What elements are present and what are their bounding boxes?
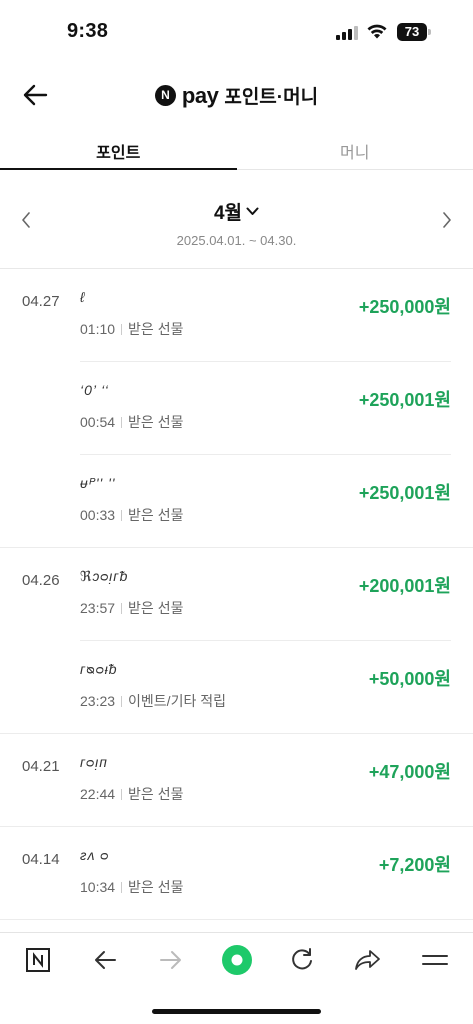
- sender-name: ᴤᴧ ᴑ: [80, 847, 110, 863]
- chevron-down-icon: [246, 207, 259, 215]
- home-dot-icon: [222, 945, 252, 975]
- transaction-type: 받은 선물: [128, 600, 184, 616]
- transaction-time: 23:23: [80, 693, 116, 709]
- transaction-row[interactable]: 04.26 ℜᴐᴑᴉᴦᵬ 23:57 받은 선물 +200,001원: [0, 548, 473, 641]
- browser-toolbar: [0, 932, 473, 988]
- sender-name: ᴦᴑᴉᴨ: [80, 754, 108, 770]
- transaction-list: 04.27 ℓ 01:10 받은 선물 +250,000원 ‘0’ ‘‘ 00:5…: [0, 269, 473, 920]
- brand-text: pay: [181, 82, 219, 108]
- transaction-amount: +50,000원: [368, 669, 451, 689]
- transaction-amount: +250,000원: [358, 297, 451, 317]
- menu-icon: [422, 955, 448, 965]
- sender-name: ᴦᴓᴑᵼᵬ: [80, 661, 118, 677]
- transaction-row[interactable]: 04.14 ᴤᴧ ᴑ 10:34 받은 선물 +7,200원: [0, 827, 473, 920]
- sender-name: ᵾᴾ'' '': [80, 475, 116, 491]
- next-month-button[interactable]: [435, 208, 459, 232]
- forward-arrow-icon: [160, 951, 181, 969]
- transaction-type: 받은 선물: [128, 879, 184, 895]
- title-text: 포인트·머니: [224, 87, 319, 108]
- transaction-row[interactable]: ᴦᴓᴑᵼᵬ 23:23 이벤트/기타 적립 +50,000원: [0, 641, 473, 734]
- refresh-icon: [292, 948, 312, 970]
- month-navigator: 4월 2025.04.01. ~ 04.30.: [0, 190, 473, 260]
- transaction-date: 04.27: [22, 293, 60, 310]
- menu-button[interactable]: [420, 945, 450, 975]
- battery-level: 73: [397, 23, 427, 41]
- transaction-time: 01:10: [80, 321, 116, 337]
- date-range: 2025.04.01. ~ 04.30.: [176, 233, 297, 248]
- transaction-amount: +7,200원: [378, 855, 451, 875]
- transaction-type: 이벤트/기타 적립: [128, 693, 226, 709]
- tab-bar: 포인트 머니: [0, 128, 473, 170]
- month-label: 4월: [213, 203, 243, 224]
- chevron-right-icon: [443, 212, 451, 228]
- share-button[interactable]: [353, 945, 383, 975]
- browser-back-button[interactable]: [90, 945, 120, 975]
- transaction-time: 00:33: [80, 507, 116, 523]
- header: N pay 포인트·머니: [0, 70, 473, 120]
- sender-name: ℓ: [80, 289, 86, 305]
- browser-forward-button[interactable]: [156, 945, 186, 975]
- transaction-amount: +250,001원: [358, 483, 451, 503]
- transaction-row[interactable]: 04.21 ᴦᴑᴉᴨ 22:44 받은 선물 +47,000원: [0, 734, 473, 827]
- wifi-icon: [367, 24, 387, 39]
- sender-name: ‘0’ ‘‘: [80, 382, 109, 398]
- transaction-type: 받은 선물: [128, 786, 184, 802]
- transaction-row[interactable]: 04.27 ℓ 01:10 받은 선물 +250,000원: [0, 269, 473, 362]
- signal-icon: [336, 26, 360, 40]
- transaction-type: 받은 선물: [128, 507, 184, 523]
- status-time: 9:38: [67, 20, 109, 42]
- transaction-row[interactable]: ᵾᴾ'' '' 00:33 받은 선물 +250,001원: [0, 455, 473, 548]
- transaction-amount: +200,001원: [358, 576, 451, 596]
- transaction-type: 받은 선물: [128, 414, 184, 430]
- transaction-date: 04.26: [22, 572, 60, 589]
- transaction-time: 00:54: [80, 414, 116, 430]
- refresh-button[interactable]: [287, 945, 317, 975]
- sender-name: ℜᴐᴑᴉᴦᵬ: [80, 568, 129, 584]
- transaction-time: 22:44: [80, 786, 116, 802]
- tab-points[interactable]: 포인트: [0, 128, 237, 170]
- share-icon: [355, 950, 380, 970]
- battery-icon: 73: [397, 23, 431, 41]
- transaction-time: 23:57: [80, 600, 116, 616]
- page-title: N pay 포인트·머니: [0, 82, 473, 109]
- back-arrow-icon: [95, 951, 116, 969]
- transaction-amount: +47,000원: [368, 762, 451, 782]
- home-indicator: [152, 1009, 321, 1014]
- home-button[interactable]: [220, 943, 254, 977]
- transaction-date: 04.14: [22, 851, 60, 868]
- naver-n-icon: [26, 948, 50, 972]
- transaction-amount: +250,001원: [358, 390, 451, 410]
- transaction-row[interactable]: ‘0’ ‘‘ 00:54 받은 선물 +250,001원: [0, 362, 473, 455]
- month-selector[interactable]: 4월 2025.04.01. ~ 04.30.: [0, 198, 473, 248]
- transaction-date: 04.21: [22, 758, 60, 775]
- tab-money[interactable]: 머니: [237, 128, 473, 169]
- naver-home-button[interactable]: [23, 945, 53, 975]
- transaction-time: 10:34: [80, 879, 116, 895]
- naver-pay-logo: N: [154, 85, 176, 106]
- transaction-type: 받은 선물: [128, 321, 184, 337]
- status-bar: 9:38 73: [0, 0, 473, 60]
